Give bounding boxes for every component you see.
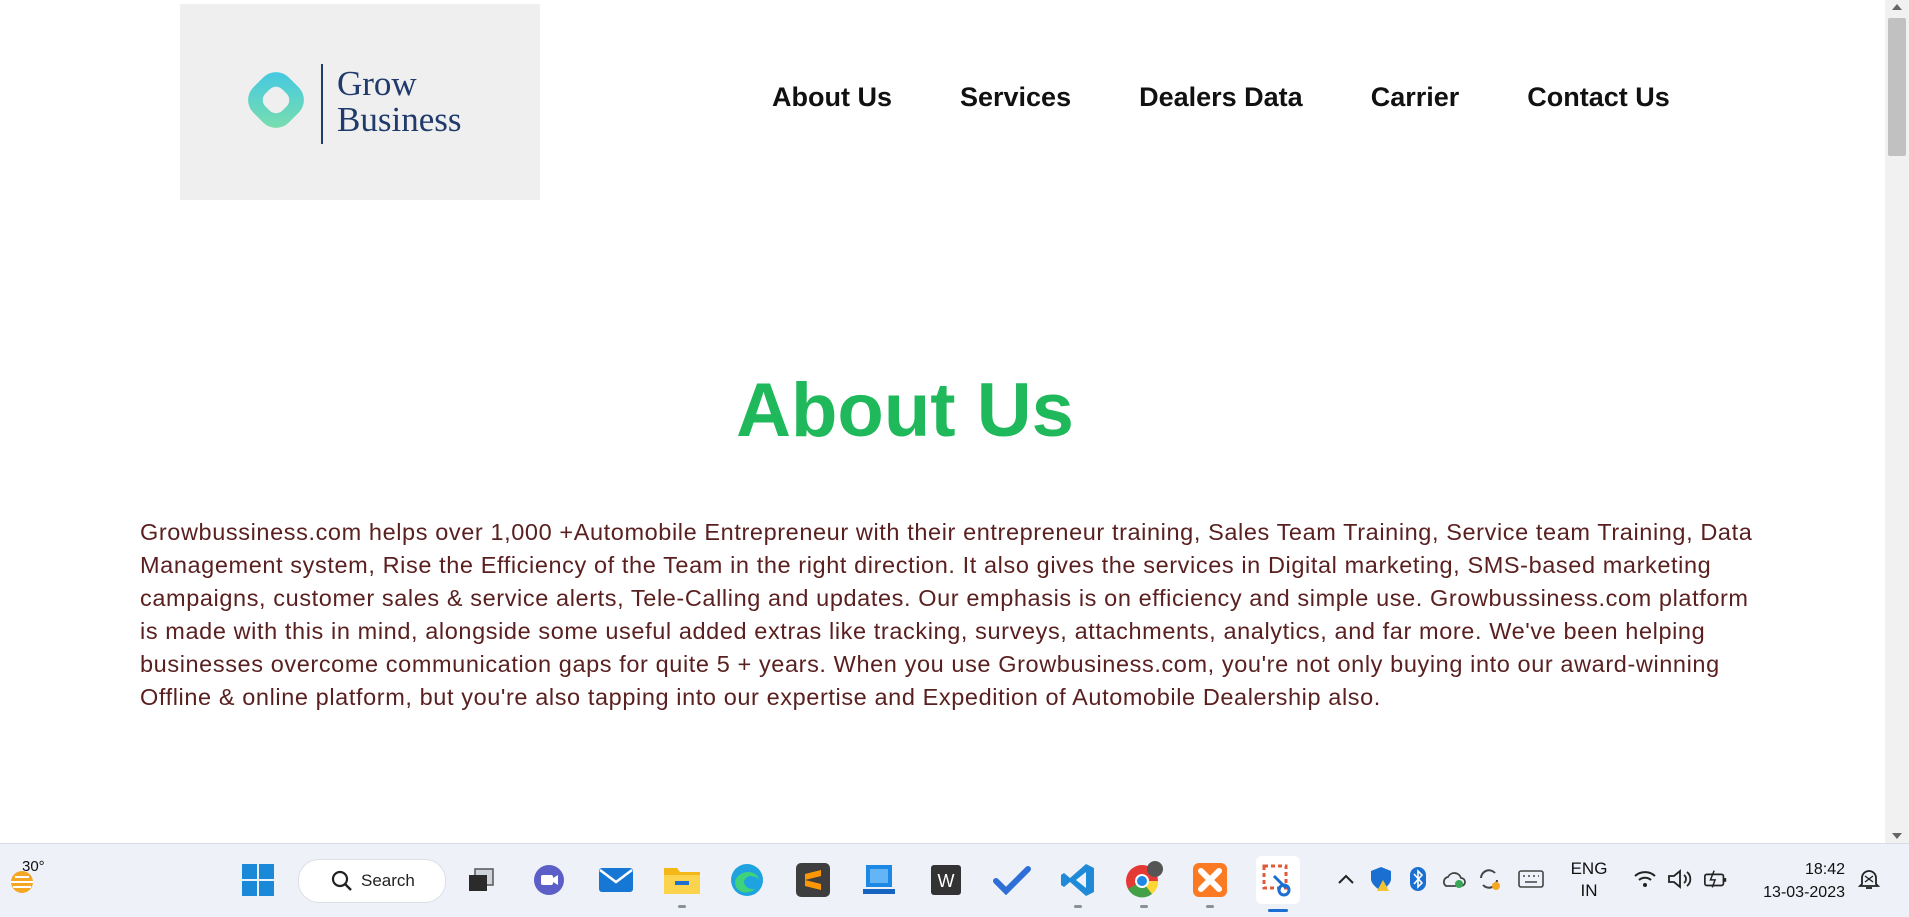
search-label: Search [361, 871, 415, 890]
language-indicator[interactable]: ENG IN [1566, 858, 1612, 902]
language-code: ENG [1570, 859, 1608, 878]
taskbar-search[interactable]: Search [298, 859, 446, 903]
scroll-thumb[interactable] [1888, 18, 1906, 156]
onedrive-cloud-icon[interactable] [1440, 866, 1466, 892]
scroll-down-arrow-icon[interactable] [1892, 833, 1902, 839]
nav-contact-us[interactable]: Contact Us [1527, 82, 1670, 113]
logo-line-2: Business [337, 100, 462, 139]
w-app-icon[interactable]: W [926, 860, 966, 900]
bluetooth-icon[interactable] [1405, 866, 1431, 892]
taskbar: 30° Search W ENG IN 18:42 13-03-2023 [0, 843, 1909, 917]
vscode-icon[interactable] [1058, 860, 1098, 908]
page-title: About Us [736, 368, 1074, 453]
active-indicator [1268, 909, 1288, 912]
edge-icon[interactable] [727, 860, 767, 900]
running-indicator [1074, 905, 1082, 908]
show-hidden-icons-chevron-icon[interactable] [1333, 866, 1359, 892]
keyboard-icon[interactable] [1518, 866, 1544, 892]
task-view-icon[interactable] [461, 860, 501, 900]
sync-icon[interactable] [1476, 866, 1502, 892]
mail-icon[interactable] [596, 860, 636, 900]
weather-temperature: 30° [22, 858, 45, 875]
nav-services[interactable]: Services [960, 82, 1071, 113]
notifications-icon[interactable] [1856, 866, 1882, 892]
wifi-icon[interactable] [1632, 866, 1658, 892]
volume-icon[interactable] [1667, 866, 1693, 892]
todo-icon[interactable] [992, 860, 1032, 900]
scroll-up-arrow-icon[interactable] [1892, 4, 1902, 10]
web-page: Grow Business About Us Services Dealers … [0, 0, 1885, 843]
nav-dealers-data[interactable]: Dealers Data [1139, 82, 1303, 113]
about-paragraph: Growbussiness.com helps over 1,000 +Auto… [140, 519, 1753, 710]
main-nav: About Us Services Dealers Data Carrier C… [772, 82, 1670, 113]
search-icon [331, 870, 352, 891]
running-indicator [678, 905, 686, 908]
logo-line-1: Grow [337, 64, 417, 103]
teams-chat-icon[interactable] [529, 860, 569, 900]
battery-icon[interactable] [1703, 866, 1729, 892]
logo-divider [321, 64, 323, 144]
nav-about-us[interactable]: About Us [772, 82, 892, 113]
language-region: IN [1580, 881, 1598, 900]
desktop-app-icon[interactable] [859, 860, 899, 900]
snipping-tool-icon[interactable] [1256, 856, 1300, 912]
file-explorer-icon[interactable] [662, 860, 702, 908]
page-scrollbar[interactable] [1885, 0, 1909, 843]
running-indicator [1140, 905, 1148, 908]
running-indicator [1206, 905, 1214, 908]
windows-start-icon[interactable] [238, 860, 278, 900]
logo-mark-icon [248, 72, 304, 128]
chrome-icon[interactable] [1124, 860, 1164, 908]
site-logo[interactable]: Grow Business [180, 4, 540, 200]
taskbar-clock[interactable]: 18:42 13-03-2023 [1745, 858, 1845, 904]
clock-time: 18:42 [1804, 861, 1845, 878]
svg-text:W: W [938, 871, 955, 891]
nav-carrier[interactable]: Carrier [1371, 82, 1460, 113]
logo-wordmark: Grow Business [337, 66, 461, 138]
sublime-text-icon[interactable] [793, 860, 833, 900]
security-shield-icon[interactable] [1368, 866, 1394, 892]
clock-date: 13-03-2023 [1763, 884, 1845, 901]
xampp-icon[interactable] [1190, 860, 1230, 908]
